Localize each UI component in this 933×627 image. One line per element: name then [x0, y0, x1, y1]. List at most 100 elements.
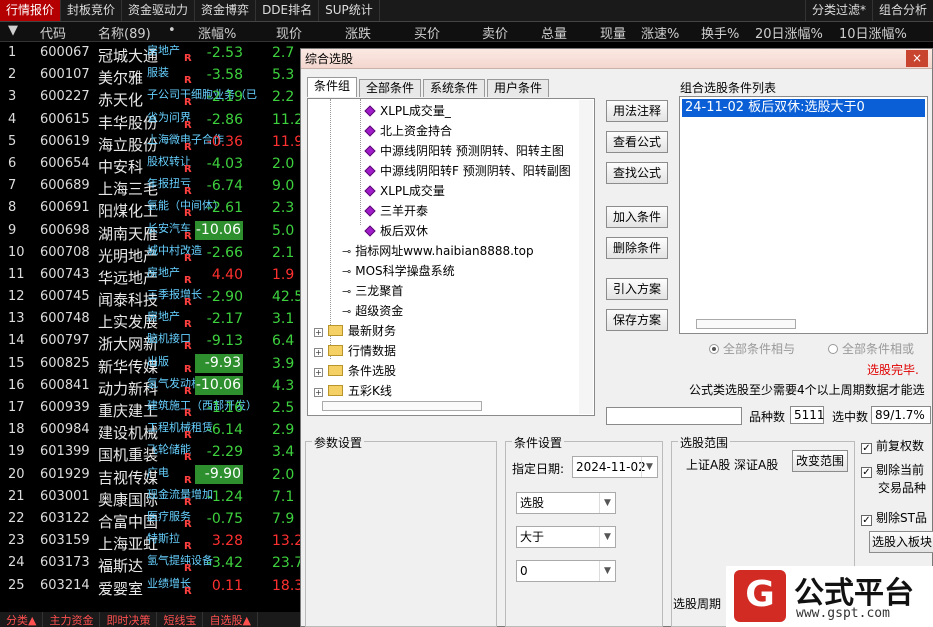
usage-notes-button[interactable]: 用法注释: [606, 100, 668, 122]
tree-vertical-scrollbar[interactable]: [579, 100, 593, 414]
col-turnover[interactable]: 换手%: [701, 23, 739, 42]
col-ask[interactable]: 卖价: [482, 23, 508, 42]
bottom-tab-main-fund[interactable]: 主力资金: [43, 612, 101, 627]
view-formula-button[interactable]: 查看公式: [606, 131, 668, 153]
bottom-tab-shortline[interactable]: 短线宝: [157, 612, 204, 627]
chevron-down-icon[interactable]: ▼: [641, 457, 657, 477]
tab-user-conditions[interactable]: 用户条件: [487, 79, 550, 97]
tab-all-conditions[interactable]: 全部条件: [359, 79, 422, 97]
add-to-board-button[interactable]: 选股入板块: [869, 531, 933, 553]
tab-sup-stats[interactable]: SUP统计: [319, 0, 380, 21]
price: 2.0: [272, 155, 295, 172]
change-range-button[interactable]: 改变范围: [792, 450, 848, 472]
operator-combo[interactable]: 大于 ▼: [516, 526, 616, 548]
condition-list-item[interactable]: 24-11-02 板后双休:选股大于0: [682, 99, 925, 117]
tree-horizontal-scrollbar[interactable]: [322, 401, 482, 411]
close-icon[interactable]: ×: [906, 50, 928, 67]
expand-icon[interactable]: +: [314, 388, 323, 397]
stock-code: 600841: [40, 377, 90, 393]
expand-icon[interactable]: +: [314, 328, 323, 337]
radio-and[interactable]: 全部条件相与: [709, 340, 795, 357]
margin-flag: R: [184, 141, 192, 153]
value-combo[interactable]: 0 ▼: [516, 560, 616, 582]
tree-item-formula[interactable]: 板后双休: [364, 221, 428, 241]
tab-fund-game[interactable]: 资金博弈: [195, 0, 257, 21]
tree-item-indicator[interactable]: ⊸ 指标网址www.haibian8888.top: [342, 241, 534, 261]
col-code[interactable]: 代码: [40, 23, 66, 42]
bottom-tab-category[interactable]: 分类▲: [0, 612, 44, 627]
tab-condition-group[interactable]: 条件组: [307, 77, 358, 97]
tree-item-indicator[interactable]: ⊸ 三龙聚首: [342, 281, 403, 301]
chevron-down-icon[interactable]: ▼: [599, 527, 615, 547]
row-index: 7: [8, 178, 17, 194]
col-speed[interactable]: 涨速%: [641, 23, 679, 42]
row-index: 14: [8, 333, 25, 349]
tree-item-formula[interactable]: XLPL成交量_: [364, 101, 451, 121]
tree-item-formula[interactable]: 中源线阴阳转 预测阴转、阳转主图: [364, 141, 564, 161]
col-10d[interactable]: 10日涨幅%: [839, 23, 907, 42]
row-index: 23: [8, 533, 25, 549]
margin-flag: R: [184, 452, 192, 464]
combo-analysis-button[interactable]: 组合分析: [871, 0, 933, 21]
change-pct: -9.13: [206, 333, 243, 350]
tab-fund-drive[interactable]: 资金驱动力: [122, 0, 196, 21]
list-scrollbar[interactable]: [696, 319, 796, 329]
tab-dde-rank[interactable]: DDE排名: [256, 0, 320, 21]
row-index: 3: [8, 89, 17, 105]
bottom-tab-decision[interactable]: 即时决策: [100, 612, 158, 627]
save-plan-button[interactable]: 保存方案: [606, 309, 668, 331]
condition-list[interactable]: 24-11-02 板后双休:选股大于0: [679, 96, 928, 334]
tree-item-indicator[interactable]: ⊸ MOS科学操盘系统: [342, 261, 455, 281]
tree-item-formula[interactable]: 三羊开泰: [364, 201, 428, 221]
chevron-down-icon[interactable]: ▼: [599, 561, 615, 581]
date-picker[interactable]: 2024-11-02 ▼: [572, 456, 658, 478]
expand-icon[interactable]: +: [314, 348, 323, 357]
price: 23.7: [272, 555, 300, 572]
col-cur-volume[interactable]: 现量: [600, 23, 626, 42]
col-20d[interactable]: 20日涨幅%: [755, 23, 823, 42]
formula-tree[interactable]: XLPL成交量_ 北上资金持合 中源线阴阳转 预测阴转、阳转主图 中源线阴阳转F…: [307, 98, 595, 416]
col-name[interactable]: 名称(89): [98, 23, 151, 42]
price: 4.3: [272, 377, 295, 394]
tree-item-indicator[interactable]: ⊸ 超级资金: [342, 301, 403, 321]
tree-folder[interactable]: + 行情数据: [314, 341, 396, 361]
tree-item-formula[interactable]: XLPL成交量: [364, 181, 445, 201]
opt-exclude-st[interactable]: ✓ 剔除ST品: [861, 509, 927, 526]
tab-system-conditions[interactable]: 系统条件: [423, 79, 486, 97]
tree-folder[interactable]: + 最新财务: [314, 321, 396, 341]
row-index: 17: [8, 400, 25, 415]
bottom-tab-watchlist[interactable]: 自选股▲: [203, 612, 258, 627]
opt-exclude-current[interactable]: ✓ 剔除当前: [861, 461, 924, 478]
import-plan-button[interactable]: 引入方案: [606, 278, 668, 300]
row-index: 8: [8, 200, 17, 216]
radio-icon: [709, 344, 719, 354]
tab-auction[interactable]: 封板竞价: [61, 0, 123, 21]
delete-condition-button[interactable]: 删除条件: [606, 237, 668, 259]
tree-folder[interactable]: + 条件选股: [314, 361, 396, 381]
opt-forward-adjust[interactable]: ✓ 前复权数: [861, 437, 924, 454]
expand-icon[interactable]: +: [314, 368, 323, 377]
col-volume[interactable]: 总量: [541, 23, 567, 42]
col-bid[interactable]: 买价: [414, 23, 440, 42]
tree-item-formula[interactable]: 中源线阴阳转F 预测阴转、阳转副图: [364, 161, 571, 181]
filter-button[interactable]: 分类过滤*: [804, 0, 872, 21]
tree-folder[interactable]: + 五彩K线: [314, 381, 392, 401]
tab-quote[interactable]: 行情报价: [0, 0, 62, 21]
radio-or[interactable]: 全部条件相或: [828, 340, 914, 357]
chevron-down-icon[interactable]: ▼: [599, 493, 615, 513]
change-pct: -10.06: [195, 375, 243, 395]
col-change-pct[interactable]: 涨幅%: [198, 23, 236, 42]
price: 3.9: [272, 355, 295, 372]
stock-concept-tag: 三季报增长: [147, 288, 202, 302]
app-window: 行情报价 封板竞价 资金驱动力 资金博弈 DDE排名 SUP统计 分类过滤* 组…: [0, 0, 933, 627]
select-type-combo[interactable]: 选股 ▼: [516, 492, 616, 514]
change-pct: -2.66: [206, 244, 243, 261]
stock-code: 603173: [40, 555, 90, 571]
find-formula-button[interactable]: 查找公式: [606, 162, 668, 184]
sort-arrow-icon[interactable]: ▼: [8, 23, 18, 38]
margin-flag: R: [184, 208, 192, 220]
col-change[interactable]: 涨跌: [345, 23, 371, 42]
add-condition-button[interactable]: 加入条件: [606, 206, 668, 228]
tree-item-formula[interactable]: 北上资金持合: [364, 121, 452, 141]
col-price[interactable]: 现价: [276, 23, 302, 42]
